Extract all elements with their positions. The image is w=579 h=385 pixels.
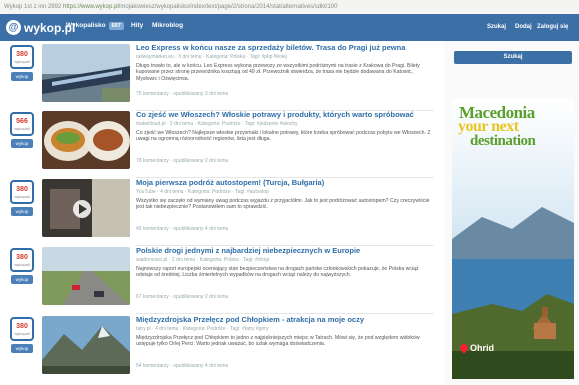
nav-badge: 697 xyxy=(108,22,124,30)
entry-stats[interactable]: 75 komentarzy · opublikowany 3 dni temu xyxy=(136,91,228,97)
entry-description: Co zjeść we Włoszech? Najlepsze włoskie … xyxy=(136,130,431,143)
entry-title[interactable]: Co zjeść we Włoszech? Włoskie potrawy i … xyxy=(136,110,436,119)
link-entry: 566 wykopali wykop Co zjeść we Włoszech?… xyxy=(0,110,440,178)
wykop-button[interactable]: wykop xyxy=(11,344,33,353)
wykop-button[interactable]: wykop xyxy=(11,72,33,81)
vote-box: 380 wykopali wykop xyxy=(10,317,34,353)
vote-label: wykopali xyxy=(14,125,30,131)
nav-link-mikroblog[interactable]: Mikroblog xyxy=(152,22,183,29)
vote-box: 380 wykopali wykop xyxy=(10,45,34,81)
top-navbar: @ wykop.pl Wykopalisko 697 Hity Mikroblog… xyxy=(0,14,579,41)
vote-number: 380 xyxy=(16,185,28,193)
link-entry: 380 wykopali wykop Leo Express w końcu n… xyxy=(0,43,440,111)
vote-box: 380 wykopali wykop xyxy=(10,180,34,216)
vote-box: 380 wykopali wykop xyxy=(10,248,34,284)
site-logo[interactable]: @ wykop.pl xyxy=(6,19,75,36)
entry-stats[interactable]: 78 komentarzy · opublikowany 2 dni temu xyxy=(136,158,228,164)
entry-title[interactable]: Moja pierwsza podróż autostopem! (Turcja… xyxy=(136,178,436,187)
ad-title-line3: destination xyxy=(470,133,536,149)
vote-number: 380 xyxy=(16,50,28,58)
entry-meta: railwaymarket.eu · 3 dni temu · Kategori… xyxy=(136,54,287,60)
browser-address-bar[interactable]: Wykop 1st z inn 2992 https://www.wykop.p… xyxy=(0,0,579,14)
entry-thumbnail-mountain[interactable] xyxy=(42,316,130,374)
search-button[interactable]: Szukaj xyxy=(454,51,572,64)
entry-stats[interactable]: 54 komentarzy · opublikowany 4 dni temu xyxy=(136,363,228,369)
nav-search-link[interactable]: Szukaj xyxy=(487,24,506,30)
entry-description: Najnowszy raport europejski oceniający s… xyxy=(136,266,419,279)
entry-title[interactable]: Leo Express w końcu nasze za sprzedaży b… xyxy=(136,43,436,52)
wykop-button[interactable]: wykop xyxy=(11,139,33,148)
entry-meta: YouTube · 4 dni temu · Kategoria: Podróż… xyxy=(136,189,269,195)
nav-link-label: Mikroblog xyxy=(152,22,184,29)
vote-number: 566 xyxy=(16,117,28,125)
logo-icon: @ xyxy=(6,20,21,35)
nav-link-label: Hity xyxy=(131,22,144,29)
vote-count[interactable]: 380 wykopali xyxy=(10,317,34,341)
entry-description: Wszystko się zaczęło od wymiany uwag pod… xyxy=(136,198,430,211)
wykop-button[interactable]: wykop xyxy=(11,207,33,216)
entry-thumbnail-train[interactable] xyxy=(42,44,130,102)
vote-label: wykopali xyxy=(14,58,30,64)
entry-meta: tatry.pl · 4 dni temu · Kategoria: Podró… xyxy=(136,326,269,332)
entry-thumbnail-video[interactable] xyxy=(42,179,130,237)
location-pin-icon xyxy=(458,342,470,354)
entry-meta: makeitloud.pl · 2 dni temu · Kategoria: … xyxy=(136,121,298,127)
link-entry: 380 wykopali wykop Moja pierwsza podróż … xyxy=(0,178,440,246)
entry-thumbnail-road[interactable] xyxy=(42,247,130,305)
ad-city-label: Ohrid xyxy=(470,343,494,353)
vote-count[interactable]: 380 wykopali xyxy=(10,180,34,204)
vote-label: wykopali xyxy=(14,193,30,199)
vote-count[interactable]: 380 wykopali xyxy=(10,45,34,69)
address-tail: mojakowiesz/wykopalisko/index/text/page/… xyxy=(120,4,338,10)
nav-link-label: Wykopalisko xyxy=(66,22,106,29)
link-entry: 380 wykopali wykop Polskie drogi jednymi… xyxy=(0,246,440,314)
divider xyxy=(136,313,434,314)
right-sidebar: Szukaj Macedonia your next destination O… xyxy=(444,41,579,385)
entry-description: Międzyzdrojska Przełęcz pod Chłopkiem to… xyxy=(136,335,420,348)
link-feed: 380 wykopali wykop Leo Express w końcu n… xyxy=(0,41,440,385)
entry-stats[interactable]: 67 komentarzy · opublikowany 2 dni temu xyxy=(136,294,228,300)
nav-link-wykopalisko[interactable]: Wykopalisko 697 xyxy=(66,22,124,30)
vote-count[interactable]: 380 wykopali xyxy=(10,248,34,272)
nav-login-link[interactable]: Zaloguj się xyxy=(537,24,568,30)
vote-number: 380 xyxy=(16,322,28,330)
advertisement-banner[interactable]: Macedonia your next destination Ohrid xyxy=(452,99,574,379)
address-url: https://www.wykop.pl/ xyxy=(62,4,121,10)
vote-count[interactable]: 566 wykopali xyxy=(10,112,34,136)
entry-title[interactable]: Polskie drogi jednymi z najbardziej nieb… xyxy=(136,246,436,255)
entry-title[interactable]: Międzyzdrojska Przełęcz pod Chłopkiem - … xyxy=(136,315,436,324)
address-prefix: Wykop 1st z inn 2992 xyxy=(4,4,63,10)
vote-label: wykopali xyxy=(14,330,30,336)
nav-add-link[interactable]: Dodaj xyxy=(515,24,532,30)
entry-stats[interactable]: 45 komentarzy · opublikowany 4 dni temu xyxy=(136,226,228,232)
entry-thumbnail-food[interactable] xyxy=(42,111,130,169)
ad-location: Ohrid xyxy=(458,342,494,354)
wykop-button[interactable]: wykop xyxy=(11,275,33,284)
vote-box: 566 wykopali wykop xyxy=(10,112,34,148)
entry-description: Długo trwało to, ale w końcu. Leo Expres… xyxy=(136,63,420,82)
vote-label: wykopali xyxy=(14,261,30,267)
entry-meta: wiadomosci.pl · 2 dni temu · Kategoria: … xyxy=(136,257,270,263)
link-entry: 380 wykopali wykop Międzyzdrojska Przełę… xyxy=(0,315,440,383)
vote-number: 380 xyxy=(16,253,28,261)
nav-link-hity[interactable]: Hity xyxy=(131,22,143,29)
